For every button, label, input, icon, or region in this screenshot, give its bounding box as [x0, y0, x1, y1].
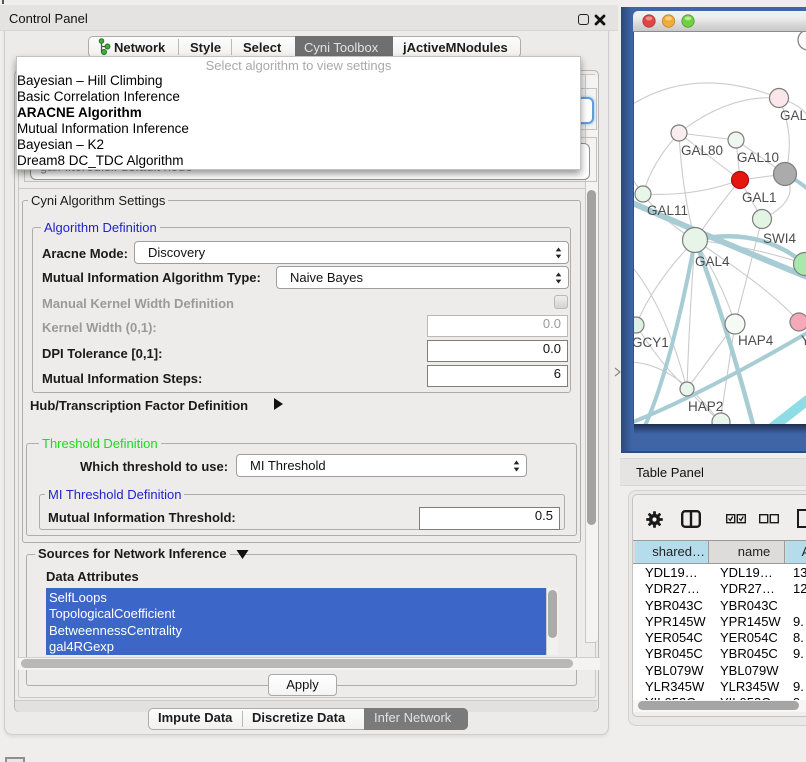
svg-text:GAL10: GAL10: [737, 150, 779, 165]
svg-text:GAL11: GAL11: [647, 203, 688, 218]
svg-text:HAP2: HAP2: [688, 399, 723, 414]
svg-text:Y: Y: [801, 333, 806, 348]
svg-text:GCY1: GCY1: [634, 335, 669, 350]
svg-text:GAL7: GAL7: [780, 108, 806, 123]
svg-text:GAL80: GAL80: [681, 143, 723, 158]
svg-text:GAL1: GAL1: [742, 190, 777, 205]
svg-text:SWI4: SWI4: [763, 231, 796, 246]
svg-text:GAL4: GAL4: [695, 254, 730, 269]
svg-text:HAP4: HAP4: [738, 333, 774, 348]
